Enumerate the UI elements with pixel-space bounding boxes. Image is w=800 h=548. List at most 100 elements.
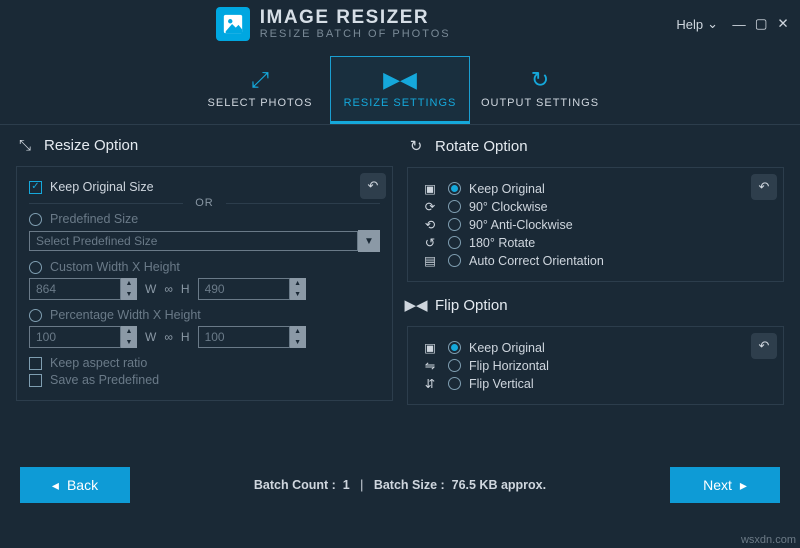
save-as-predefined[interactable]: Save as Predefined: [29, 373, 380, 387]
label: Flip Horizontal: [469, 359, 549, 373]
flip-keep-original[interactable]: ▣ Keep Original: [420, 340, 771, 355]
rotate-180-icon: ↺: [420, 235, 440, 250]
label: Keep Original: [469, 341, 545, 355]
reset-flip-button[interactable]: ↶: [751, 333, 777, 359]
resize-box: ↶ Keep Original Size OR Predefined Size …: [16, 166, 393, 401]
chevron-right-icon: ▸: [740, 477, 747, 494]
keep-aspect-ratio[interactable]: Keep aspect ratio: [29, 356, 380, 370]
checkbox-icon: [29, 181, 42, 194]
label: 90° Anti-Clockwise: [469, 218, 573, 232]
tab-output-settings[interactable]: ↻ OUTPUT SETTINGS: [470, 56, 610, 124]
reset-rotate-button[interactable]: ↶: [751, 174, 777, 200]
radio-icon: [29, 213, 42, 226]
tab-select-photos[interactable]: ⤢ SELECT PHOTOS: [190, 56, 330, 124]
rotate-ccw-icon: ⟲: [420, 217, 440, 232]
app-subtitle: RESIZE BATCH OF PHOTOS: [260, 28, 451, 40]
flip-horizontal[interactable]: ⇋ Flip Horizontal: [420, 358, 771, 373]
tab-label: OUTPUT SETTINGS: [471, 97, 609, 109]
flip-heading-label: Flip Option: [435, 297, 508, 314]
chevron-left-icon: ◂: [52, 477, 59, 494]
flip-heading: ▶◀ Flip Option: [407, 294, 784, 318]
label: Custom Width X Height: [50, 260, 180, 274]
resize-heading: ⤡ Resize Option: [16, 135, 393, 158]
percentage-size-radio[interactable]: Percentage Width X Height: [29, 308, 380, 322]
reset-resize-button[interactable]: ↶: [360, 173, 386, 199]
rotate-cw-icon: ⟳: [420, 199, 440, 214]
image-icon: ▣: [420, 340, 440, 355]
separator: |: [360, 478, 363, 492]
label: Percentage Width X Height: [50, 308, 201, 322]
app-logo: [216, 7, 250, 41]
rotate-auto-correct[interactable]: ▤ Auto Correct Orientation: [420, 253, 771, 268]
flip-box: ↶ ▣ Keep Original ⇋ Flip Horizontal ⇵ Fl…: [407, 326, 784, 405]
next-label: Next: [703, 477, 732, 493]
count-label: Batch Count :: [254, 478, 336, 492]
rotate-90-ccw[interactable]: ⟲ 90° Anti-Clockwise: [420, 217, 771, 232]
label: Keep Original: [469, 182, 545, 196]
status-bar: Batch Count : 1 | Batch Size : 76.5 KB a…: [144, 478, 656, 492]
label: Save as Predefined: [50, 373, 159, 387]
percentage-size-fields: ▲▼ W ∞ H ▲▼: [29, 326, 380, 348]
titlebar: IMAGE RESIZER RESIZE BATCH OF PHOTOS Hel…: [0, 0, 800, 48]
back-button[interactable]: ◂ Back: [20, 467, 130, 503]
spinner[interactable]: ▲▼: [290, 326, 306, 348]
radio-icon: [448, 236, 461, 249]
tab-resize-settings[interactable]: ▶◀ RESIZE SETTINGS: [330, 56, 470, 124]
pct-height-input[interactable]: [198, 326, 290, 348]
radio-icon: [448, 377, 461, 390]
close-button[interactable]: ✕: [772, 13, 794, 35]
radio-icon: [448, 254, 461, 267]
pct-height-field[interactable]: ▲▼: [198, 326, 306, 348]
tab-label: SELECT PHOTOS: [191, 97, 329, 109]
link-icon: ∞: [164, 330, 173, 344]
label: 180° Rotate: [469, 236, 535, 250]
radio-icon: [29, 261, 42, 274]
resize-option-panel: ⤡ Resize Option ↶ Keep Original Size OR …: [16, 135, 393, 453]
spinner[interactable]: ▲▼: [121, 278, 137, 300]
step-tabs: ⤢ SELECT PHOTOS ▶◀ RESIZE SETTINGS ↻ OUT…: [0, 56, 800, 124]
rotate-heading-icon: ↻: [407, 137, 425, 155]
flip-vertical[interactable]: ⇵ Flip Vertical: [420, 376, 771, 391]
app-title: IMAGE RESIZER: [260, 8, 451, 29]
width-input[interactable]: [29, 278, 121, 300]
link-icon: ∞: [164, 282, 173, 296]
count-value: 1: [343, 478, 350, 492]
rotate-180[interactable]: ↺ 180° Rotate: [420, 235, 771, 250]
pct-width-field[interactable]: ▲▼: [29, 326, 137, 348]
rotate-heading-label: Rotate Option: [435, 138, 528, 155]
custom-size-radio[interactable]: Custom Width X Height: [29, 260, 380, 274]
pct-width-input[interactable]: [29, 326, 121, 348]
expand-icon: ⤢: [191, 67, 329, 93]
radio-icon: [448, 341, 461, 354]
rotate-box: ↶ ▣ Keep Original ⟳ 90° Clockwise ⟲ 90° …: [407, 167, 784, 282]
height-input[interactable]: [198, 278, 290, 300]
resize-heading-label: Resize Option: [44, 137, 138, 154]
minimize-button[interactable]: ―: [728, 13, 750, 35]
help-label: Help: [676, 17, 703, 32]
back-label: Back: [67, 477, 98, 493]
rotate-90-cw[interactable]: ⟳ 90° Clockwise: [420, 199, 771, 214]
chevron-down-icon: ⌄: [707, 16, 718, 32]
help-menu[interactable]: Help ⌄: [666, 16, 728, 32]
predefined-size-radio[interactable]: Predefined Size: [29, 212, 380, 226]
checkbox-icon: [29, 357, 42, 370]
h-label: H: [181, 282, 190, 296]
resize-heading-icon: ⤡: [16, 137, 34, 154]
label: Predefined Size: [50, 212, 138, 226]
keep-original-size[interactable]: Keep Original Size: [29, 180, 380, 194]
maximize-button[interactable]: ▢: [750, 13, 772, 35]
size-label: Batch Size :: [374, 478, 445, 492]
image-icon: ▣: [420, 181, 440, 196]
radio-icon: [448, 200, 461, 213]
label: Keep aspect ratio: [50, 356, 147, 370]
custom-height-field[interactable]: ▲▼: [198, 278, 306, 300]
rotate-keep-original[interactable]: ▣ Keep Original: [420, 181, 771, 196]
next-button[interactable]: Next ▸: [670, 467, 780, 503]
watermark: wsxdn.com: [741, 534, 796, 546]
spinner[interactable]: ▲▼: [121, 326, 137, 348]
spinner[interactable]: ▲▼: [290, 278, 306, 300]
predefined-size-select[interactable]: Select Predefined Size ▼: [29, 230, 380, 252]
custom-width-field[interactable]: ▲▼: [29, 278, 137, 300]
label: Auto Correct Orientation: [469, 254, 604, 268]
label: Flip Vertical: [469, 377, 534, 391]
